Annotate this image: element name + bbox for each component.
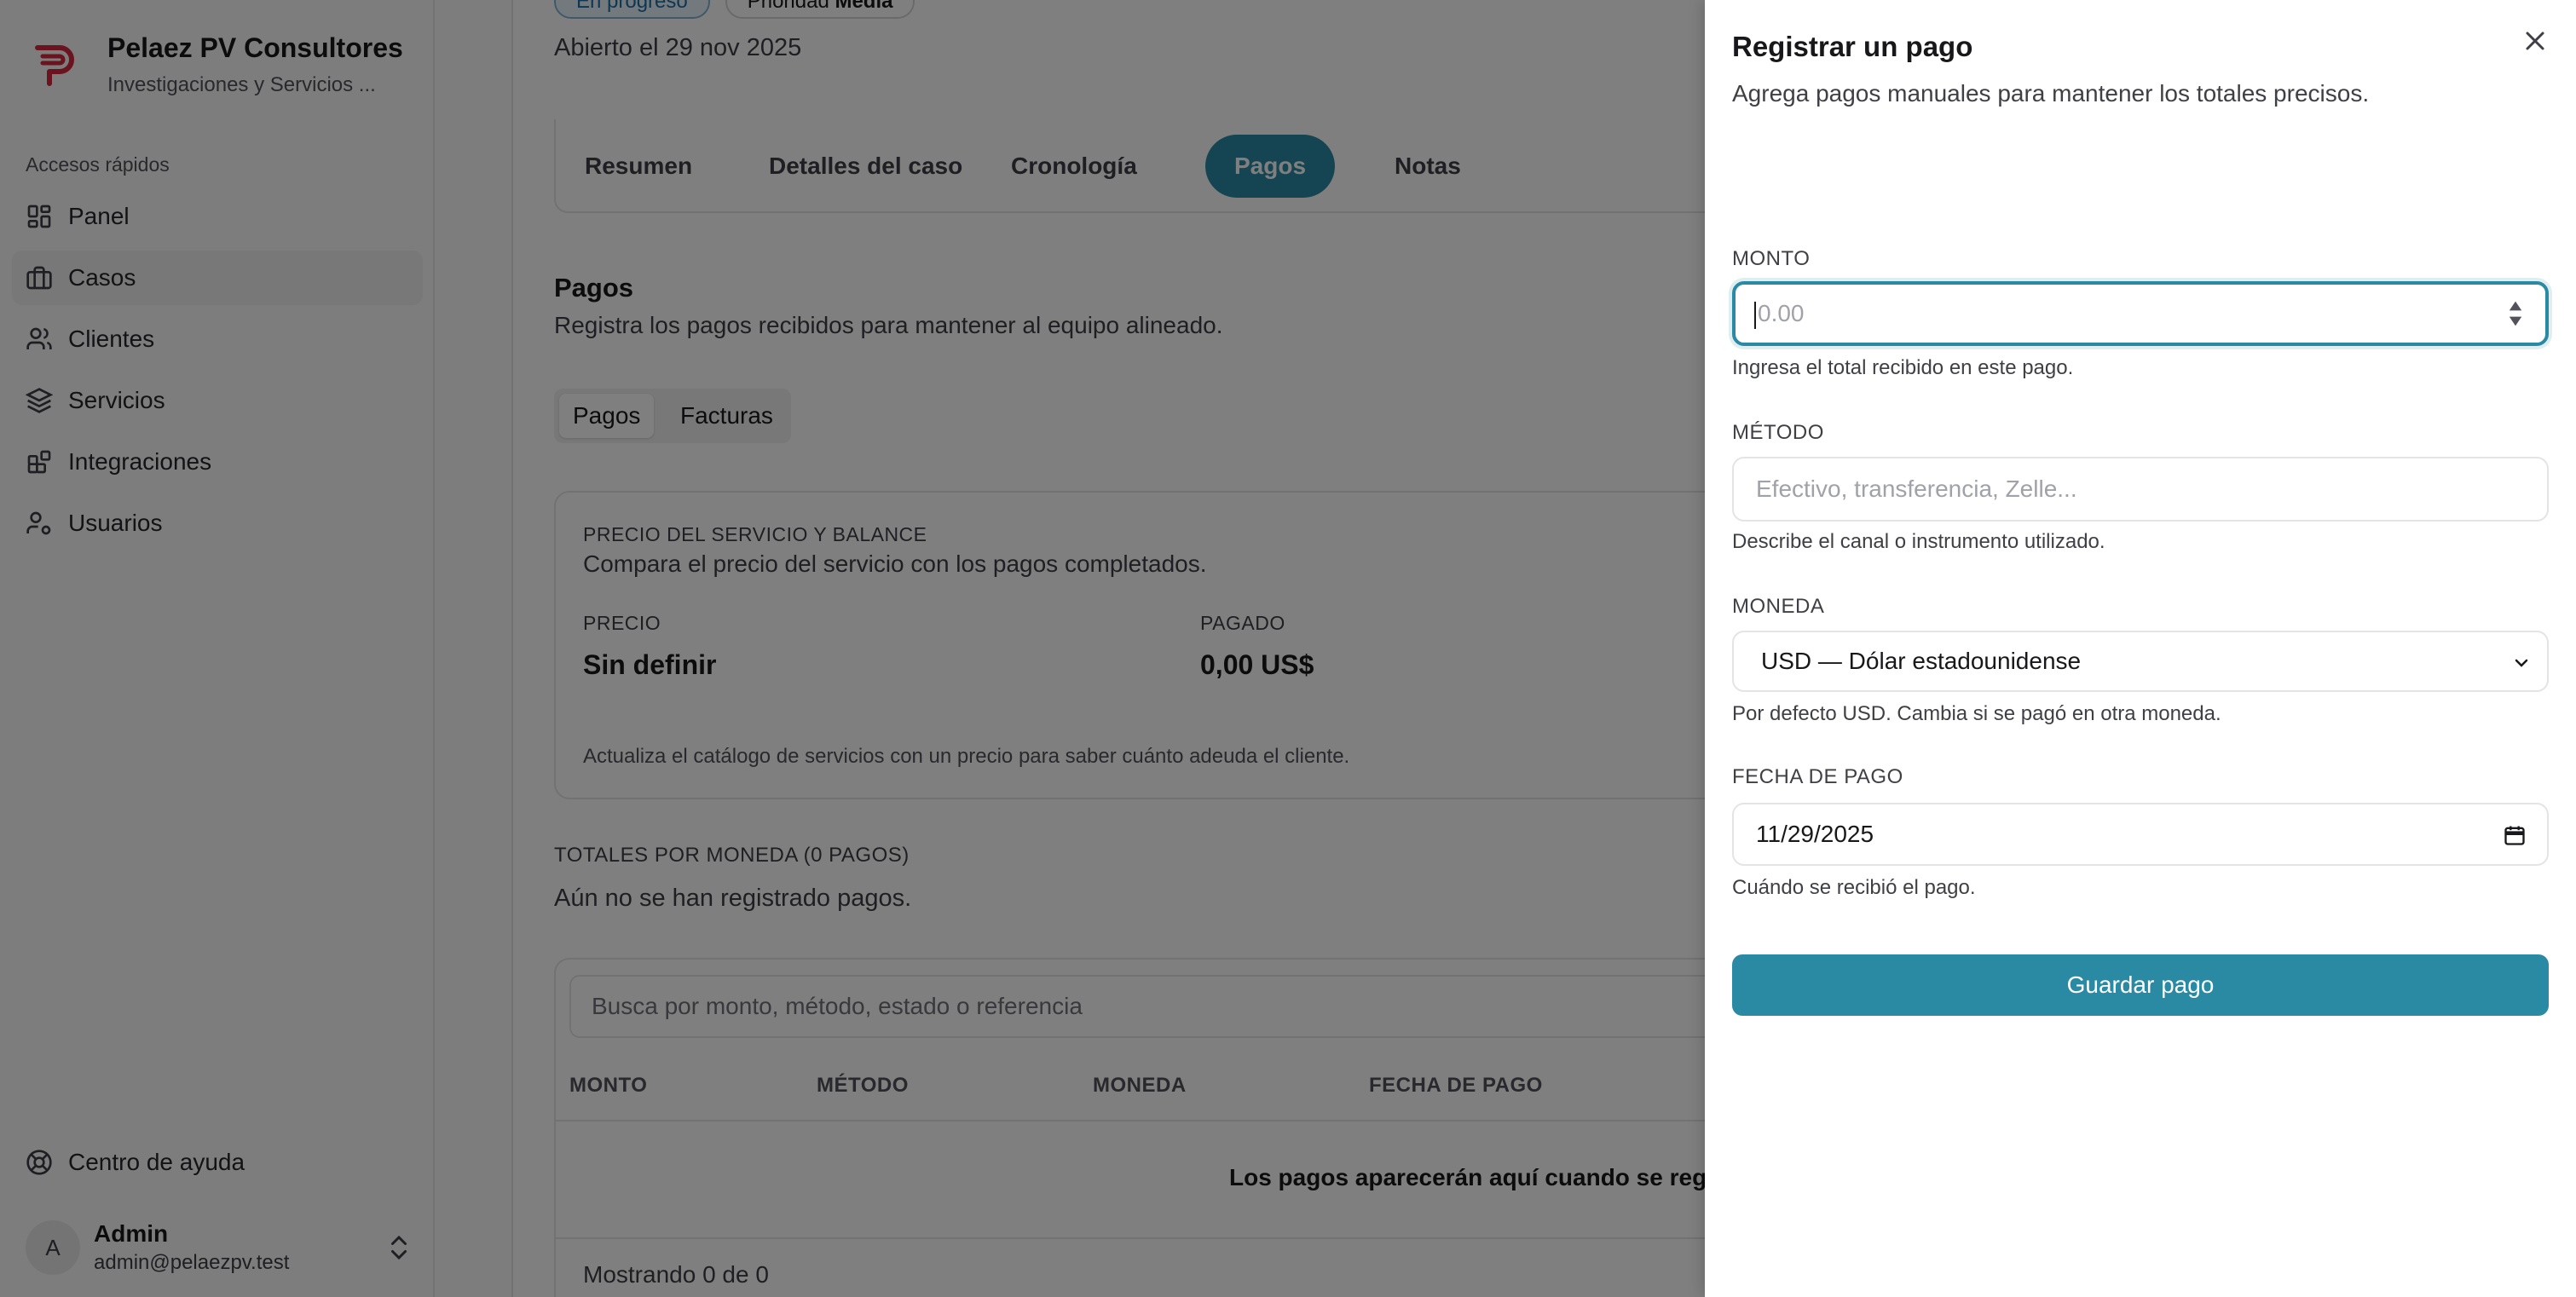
method-input[interactable]: Efectivo, transferencia, Zelle... (1732, 457, 2549, 522)
amount-input[interactable]: 0.00 (1732, 281, 2549, 346)
register-payment-sheet: Registrar un pago Agrega pagos manuales … (1705, 0, 2576, 1297)
amount-label: MONTO (1732, 247, 1811, 270)
amount-placeholder: 0.00 (1758, 300, 1805, 326)
method-help: Describe el canal o instrumento utilizad… (1732, 530, 2105, 553)
sheet-title: Registrar un pago (1732, 31, 1973, 62)
text-caret (1754, 301, 1756, 329)
date-label: FECHA DE PAGO (1732, 765, 1903, 788)
currency-help: Por defecto USD. Cambia si se pagó en ot… (1732, 702, 2221, 725)
method-label: MÉTODO (1732, 421, 1824, 444)
number-stepper-icon[interactable] (2506, 298, 2525, 329)
payment-date-input[interactable]: 11/29/2025 (1732, 803, 2549, 866)
app-root: Pelaez PV Consultores Investigaciones y … (0, 0, 2576, 1297)
close-icon[interactable] (2520, 26, 2550, 56)
method-placeholder: Efectivo, transferencia, Zelle... (1756, 476, 2077, 502)
chevron-down-icon (2515, 659, 2528, 667)
save-payment-button[interactable]: Guardar pago (1732, 954, 2549, 1016)
currency-label: MONEDA (1732, 595, 1825, 618)
currency-value: USD — Dólar estadounidense (1761, 648, 2082, 674)
currency-select[interactable]: USD — Dólar estadounidense (1732, 631, 2549, 692)
sheet-description: Agrega pagos manuales para mantener los … (1732, 80, 2370, 107)
calendar-icon[interactable] (2503, 823, 2527, 847)
date-value: 11/29/2025 (1756, 821, 1874, 847)
modal-overlay[interactable] (0, 0, 1705, 1297)
amount-help: Ingresa el total recibido en este pago. (1732, 356, 2074, 379)
date-help: Cuándo se recibió el pago. (1732, 876, 1976, 899)
